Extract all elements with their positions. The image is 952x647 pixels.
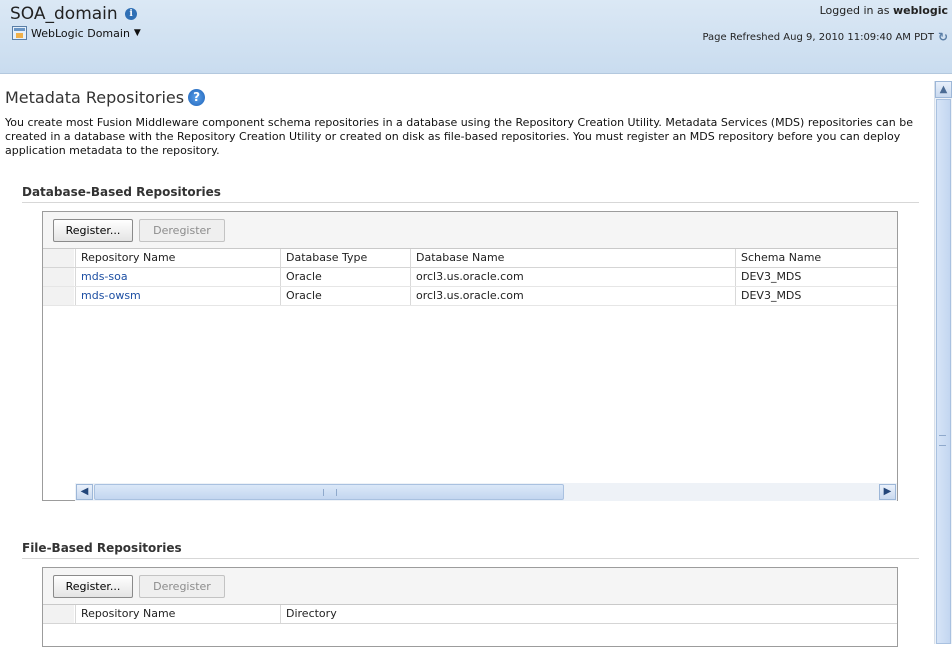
section-divider <box>22 558 919 559</box>
table-row[interactable]: mds-soa Oracle orcl3.us.oracle.com DEV3_… <box>43 268 897 287</box>
scroll-left-button[interactable]: ◀ <box>76 484 93 500</box>
database-section-title: Database-Based Repositories <box>22 185 221 199</box>
logged-in-info: Logged in as weblogic <box>820 4 948 17</box>
domain-title: SOA_domain i <box>10 4 138 24</box>
table-row[interactable]: mds-owsm Oracle orcl3.us.oracle.com DEV3… <box>43 287 897 306</box>
scroll-right-button[interactable]: ▶ <box>879 484 896 500</box>
register-button[interactable]: Register... <box>53 575 133 598</box>
horizontal-scroll-thumb[interactable] <box>94 484 564 500</box>
help-icon[interactable]: ? <box>188 89 206 106</box>
schema-name-cell: DEV3_MDS <box>735 268 897 286</box>
column-header-database-name[interactable]: Database Name <box>410 249 735 267</box>
intro-text: You create most Fusion Middleware compon… <box>5 116 913 157</box>
domain-title-text: SOA_domain <box>10 4 118 24</box>
row-header-column <box>43 605 74 623</box>
weblogic-domain-menu[interactable]: WebLogic Domain ▼ <box>12 26 141 40</box>
database-repositories-table: Register... Deregister Repository Name D… <box>42 211 898 501</box>
file-table-toolbar: Register... Deregister <box>43 568 897 605</box>
page-title: Metadata Repositories ? <box>5 88 206 107</box>
chevron-down-icon: ▼ <box>133 28 141 38</box>
scroll-grip-icon <box>939 435 946 446</box>
column-header-repository-name[interactable]: Repository Name <box>75 605 280 623</box>
logged-in-user: weblogic <box>893 4 948 17</box>
logged-in-prefix: Logged in as <box>819 4 890 17</box>
column-header-repository-name[interactable]: Repository Name <box>75 249 280 267</box>
scroll-grip-icon <box>323 489 337 496</box>
horizontal-scrollbar[interactable]: ◀ ▶ <box>75 483 897 501</box>
refresh-icon[interactable]: ↻ <box>938 30 948 44</box>
table-header: Repository Name Directory <box>43 605 897 624</box>
database-table-toolbar: Register... Deregister <box>43 212 897 249</box>
repository-name-link-text[interactable]: mds-soa <box>81 270 128 283</box>
page-title-text: Metadata Repositories <box>5 88 185 107</box>
schema-name-cell: DEV3_MDS <box>735 287 897 305</box>
refresh-status: Page Refreshed Aug 9, 2010 11:09:40 AM P… <box>702 30 948 44</box>
deregister-button[interactable]: Deregister <box>139 575 225 598</box>
repository-name-link[interactable]: mds-soa <box>75 268 280 286</box>
page-header: SOA_domain i WebLogic Domain ▼ Logged in… <box>0 0 952 74</box>
vertical-scroll-thumb[interactable] <box>936 99 951 644</box>
domain-menu-label: WebLogic Domain <box>31 26 130 40</box>
section-divider <box>22 202 919 203</box>
database-type-cell: Oracle <box>280 268 410 286</box>
info-icon[interactable]: i <box>125 8 138 20</box>
database-name-cell: orcl3.us.oracle.com <box>410 287 735 305</box>
register-button[interactable]: Register... <box>53 219 133 242</box>
column-header-schema-name[interactable]: Schema Name <box>735 249 897 267</box>
file-section-title: File-Based Repositories <box>22 541 182 555</box>
row-header-column <box>43 249 74 267</box>
vertical-scrollbar[interactable]: ▲ <box>934 81 952 644</box>
file-repositories-table: Register... Deregister Repository Name D… <box>42 567 898 647</box>
database-type-cell: Oracle <box>280 287 410 305</box>
repository-name-link-text[interactable]: mds-owsm <box>81 289 141 302</box>
page-refreshed-text: Page Refreshed Aug 9, 2010 11:09:40 AM P… <box>702 31 934 43</box>
column-header-directory[interactable]: Directory <box>280 605 897 623</box>
row-selector[interactable] <box>43 287 74 305</box>
table-header: Repository Name Database Type Database N… <box>43 249 897 268</box>
scroll-up-button[interactable]: ▲ <box>935 81 952 98</box>
weblogic-domain-icon <box>12 26 27 40</box>
row-selector[interactable] <box>43 268 74 286</box>
database-name-cell: orcl3.us.oracle.com <box>410 268 735 286</box>
repository-name-link[interactable]: mds-owsm <box>75 287 280 305</box>
column-header-database-type[interactable]: Database Type <box>280 249 410 267</box>
deregister-button[interactable]: Deregister <box>139 219 225 242</box>
